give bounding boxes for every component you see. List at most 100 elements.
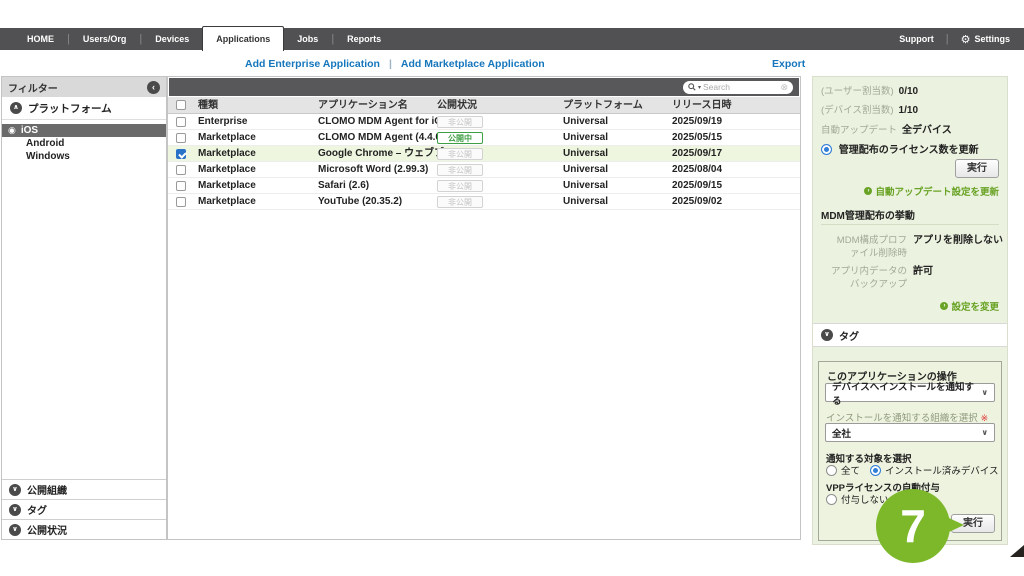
- collapse-sidebar-icon[interactable]: ‹: [147, 81, 160, 94]
- tab-home[interactable]: HOME: [14, 28, 67, 50]
- app-release-date: 2025/09/17: [672, 146, 722, 162]
- target-all-radio[interactable]: [826, 465, 837, 476]
- table-row[interactable]: Enterprise CLOMO MDM Agent for iO... 非公開…: [168, 114, 800, 130]
- operation-select[interactable]: デバイスへインストールを通知する ∨: [825, 383, 995, 402]
- column-header-status[interactable]: 公開状況: [437, 97, 477, 114]
- app-data-label-line2: バックアップ: [819, 276, 907, 290]
- org-select-label-row: インストールを通知する組織を選択 ※: [826, 410, 988, 424]
- license-update-radio[interactable]: [821, 144, 832, 155]
- auto-update-label: 自動アップデート: [821, 125, 897, 136]
- row-checkbox[interactable]: [176, 165, 186, 175]
- app-type: Marketplace: [198, 194, 256, 210]
- row-checkbox[interactable]: [176, 117, 186, 127]
- tab-users-org[interactable]: Users/Org: [70, 28, 140, 50]
- app-type: Marketplace: [198, 146, 256, 162]
- add-marketplace-application-link[interactable]: Add Marketplace Application: [401, 58, 545, 70]
- auto-update-settings-link[interactable]: ›自動アップデート設定を更新: [864, 184, 999, 198]
- app-platform: Universal: [563, 146, 608, 162]
- search-input[interactable]: [703, 82, 778, 92]
- export-link[interactable]: Export: [772, 58, 805, 70]
- row-checkbox[interactable]: [176, 181, 186, 191]
- license-update-label: 管理配布のライセンス数を更新: [839, 145, 979, 156]
- app-name[interactable]: Safari (2.6): [318, 178, 369, 194]
- app-name[interactable]: CLOMO MDM Agent for iO...: [318, 114, 450, 130]
- nav-tabs: HOME | Users/Org | Devices Applications …: [0, 28, 394, 50]
- select-all-checkbox[interactable]: [176, 100, 186, 110]
- row-checkbox[interactable]: [176, 197, 186, 207]
- tag-section-label: タグ: [839, 328, 859, 343]
- chevron-down-icon: ∨: [821, 329, 833, 341]
- target-installed-radio[interactable]: [870, 465, 881, 476]
- tab-jobs[interactable]: Jobs: [284, 28, 331, 50]
- run-button[interactable]: 実行: [955, 159, 999, 178]
- app-name[interactable]: Google Chrome – ウェブブ...: [318, 146, 452, 162]
- app-platform: Universal: [563, 194, 608, 210]
- app-type: Marketplace: [198, 162, 256, 178]
- platform-section-label: プラットフォーム: [28, 101, 112, 116]
- org-select[interactable]: 全社 ∨: [825, 423, 995, 442]
- status-badge: 公開中: [437, 132, 483, 144]
- column-header-release[interactable]: リリース日時: [672, 97, 732, 114]
- sidebar-section-publish-org[interactable]: ∨ 公開組織: [2, 479, 166, 499]
- change-settings-link[interactable]: ›設定を変更: [940, 299, 999, 313]
- app-platform: Universal: [563, 162, 608, 178]
- vpp-no-radio[interactable]: [826, 494, 837, 505]
- clear-search-icon[interactable]: ⊗: [780, 82, 788, 93]
- app-name[interactable]: Microsoft Word (2.99.3): [318, 162, 428, 178]
- sidebar-item-windows[interactable]: Windows: [2, 150, 166, 163]
- table-row[interactable]: Marketplace Google Chrome – ウェブブ... 非公開 …: [168, 146, 800, 162]
- sidebar-section-publish-status[interactable]: ∨ 公開状況: [2, 519, 166, 539]
- app-release-date: 2025/09/02: [672, 194, 722, 210]
- row-checkbox[interactable]: [176, 149, 186, 159]
- clomo-admin-screen: HOME | Users/Org | Devices Applications …: [0, 0, 1024, 576]
- platform-list: ◉ iOS Android Windows: [2, 124, 166, 163]
- settings-label: Settings: [974, 34, 1010, 44]
- green-dot-icon: ›: [940, 302, 948, 310]
- column-header-type[interactable]: 種類: [198, 97, 218, 114]
- table-row[interactable]: Marketplace Safari (2.6) 非公開 Universal 2…: [168, 178, 800, 194]
- app-data-label-line1: アプリ内データの: [819, 263, 907, 277]
- column-header-name[interactable]: アプリケーション名: [318, 97, 408, 114]
- tab-devices[interactable]: Devices: [142, 28, 202, 50]
- mdm-profile-label-line1: MDM構成プロフ: [819, 232, 907, 246]
- table-row[interactable]: Marketplace Microsoft Word (2.99.3) 非公開 …: [168, 162, 800, 178]
- chevron-down-icon: ∨: [982, 388, 989, 397]
- search-scope-caret-icon[interactable]: ▾: [698, 84, 701, 91]
- settings-link[interactable]: ⚙Settings: [961, 33, 1010, 46]
- vpp-no-label: 付与しない: [841, 492, 889, 506]
- tab-applications[interactable]: Applications: [202, 26, 284, 51]
- chevron-down-icon: ∨: [9, 524, 21, 536]
- selected-operation: デバイスへインストールを通知する: [832, 379, 982, 407]
- link-label: 自動アップデート設定を更新: [875, 184, 999, 198]
- chevron-up-icon: ∧: [10, 102, 22, 114]
- auto-update-value: 全デバイス: [902, 125, 952, 136]
- sidebar-section-tag[interactable]: ∨ タグ: [2, 499, 166, 519]
- add-enterprise-application-link[interactable]: Add Enterprise Application: [245, 58, 380, 70]
- table-row[interactable]: Marketplace CLOMO MDM Agent (4.4.0) 公開中 …: [168, 130, 800, 146]
- app-platform: Universal: [563, 114, 608, 130]
- section-label: 公開状況: [27, 522, 67, 537]
- sidebar-item-android[interactable]: Android: [2, 137, 166, 150]
- app-name[interactable]: CLOMO MDM Agent (4.4.0): [318, 130, 444, 146]
- support-link[interactable]: Support: [899, 34, 934, 44]
- table-row[interactable]: Marketplace YouTube (20.35.2) 非公開 Univer…: [168, 194, 800, 210]
- add-application-links: Add Enterprise Application | Add Marketp…: [245, 58, 545, 70]
- mdm-profile-label-line2: ァイル削除時: [819, 245, 907, 259]
- status-badge: 非公開: [437, 148, 483, 160]
- search-box[interactable]: ▾ ⊗: [683, 81, 793, 94]
- tag-section-bar[interactable]: ∨ タグ: [813, 323, 1007, 347]
- nav-utility: Support | ⚙Settings: [899, 28, 1024, 50]
- green-dot-icon: ›: [864, 187, 872, 195]
- search-icon: [688, 83, 696, 91]
- column-header-platform[interactable]: プラットフォーム: [563, 97, 643, 114]
- application-detail-panel: (ユーザー割当数)0/10 (デバイス割当数)1/10 自動アップデート全デバイ…: [812, 76, 1008, 545]
- sidebar-item-ios[interactable]: ◉ iOS: [2, 124, 166, 137]
- row-checkbox[interactable]: [176, 133, 186, 143]
- filter-sidebar: フィルター ‹ ∧ プラットフォーム ◉ iOS Android Windows…: [1, 76, 167, 540]
- sidebar-section-platform[interactable]: ∧ プラットフォーム: [2, 97, 166, 120]
- notify-target-options: 全て インストール済みデバイス: [826, 463, 999, 477]
- status-badge: 非公開: [437, 116, 483, 128]
- tab-reports[interactable]: Reports: [334, 28, 394, 50]
- target-all-label: 全て: [841, 463, 860, 477]
- app-name[interactable]: YouTube (20.35.2): [318, 194, 402, 210]
